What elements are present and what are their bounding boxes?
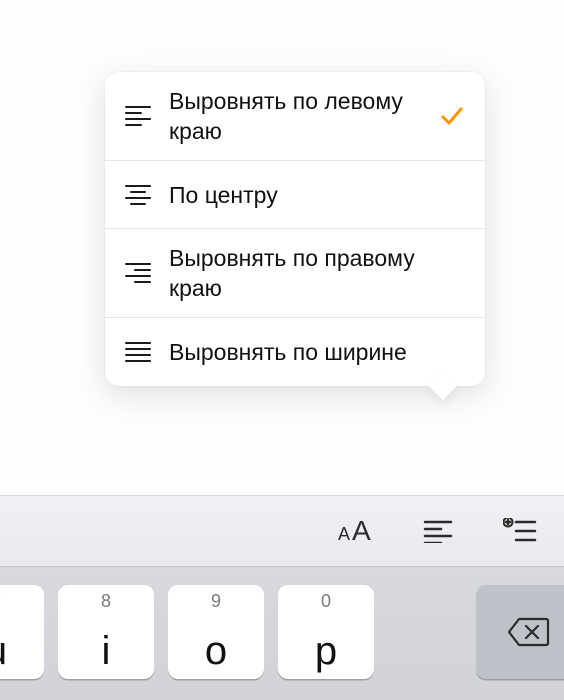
- key-backspace[interactable]: [476, 585, 564, 679]
- align-center-icon: [123, 180, 153, 210]
- menu-item-align-left[interactable]: Выровнять по левому краю: [105, 72, 485, 161]
- align-left-icon: [423, 519, 453, 543]
- align-left-icon: [123, 101, 153, 131]
- key-u[interactable]: 7 u: [0, 585, 44, 679]
- menu-item-align-center[interactable]: По центру: [105, 161, 485, 229]
- key-main: i: [102, 631, 111, 671]
- key-main: o: [205, 631, 227, 671]
- font-size-button[interactable]: A A: [330, 505, 382, 557]
- alignment-popover: Выровнять по левому краю По центру: [105, 72, 485, 386]
- font-size-icon: A A: [336, 516, 376, 546]
- key-hint: 9: [211, 591, 221, 612]
- menu-item-label: Выровнять по левому краю: [169, 86, 437, 146]
- checkmark-icon: [437, 103, 467, 129]
- menu-item-label: Выровнять по ширине: [169, 337, 467, 367]
- align-right-icon: [123, 258, 153, 288]
- backspace-icon: [506, 616, 550, 648]
- alignment-popover-inner: Выровнять по левому краю По центру: [105, 72, 485, 386]
- svg-text:A: A: [352, 516, 371, 546]
- align-justify-icon: [123, 337, 153, 367]
- key-main: u: [0, 631, 7, 671]
- key-main: p: [315, 631, 337, 671]
- menu-item-label: По центру: [169, 180, 467, 210]
- key-p[interactable]: 0 p: [278, 585, 374, 679]
- format-toolbar: A A: [0, 495, 564, 567]
- key-hint: 7: [0, 591, 1, 612]
- menu-item-label: Выровнять по правому краю: [169, 243, 467, 303]
- menu-item-align-justify[interactable]: Выровнять по ширине: [105, 318, 485, 386]
- menu-item-align-right[interactable]: Выровнять по правому краю: [105, 229, 485, 318]
- list-indent-icon: [503, 518, 537, 544]
- key-hint: 0: [321, 591, 331, 612]
- svg-text:A: A: [338, 524, 350, 544]
- key-hint: 8: [101, 591, 111, 612]
- keyboard-row: 7 u 8 i 9 o 0 p: [0, 567, 564, 700]
- list-indent-button[interactable]: [494, 505, 546, 557]
- key-o[interactable]: 9 o: [168, 585, 264, 679]
- align-button[interactable]: [412, 505, 464, 557]
- key-i[interactable]: 8 i: [58, 585, 154, 679]
